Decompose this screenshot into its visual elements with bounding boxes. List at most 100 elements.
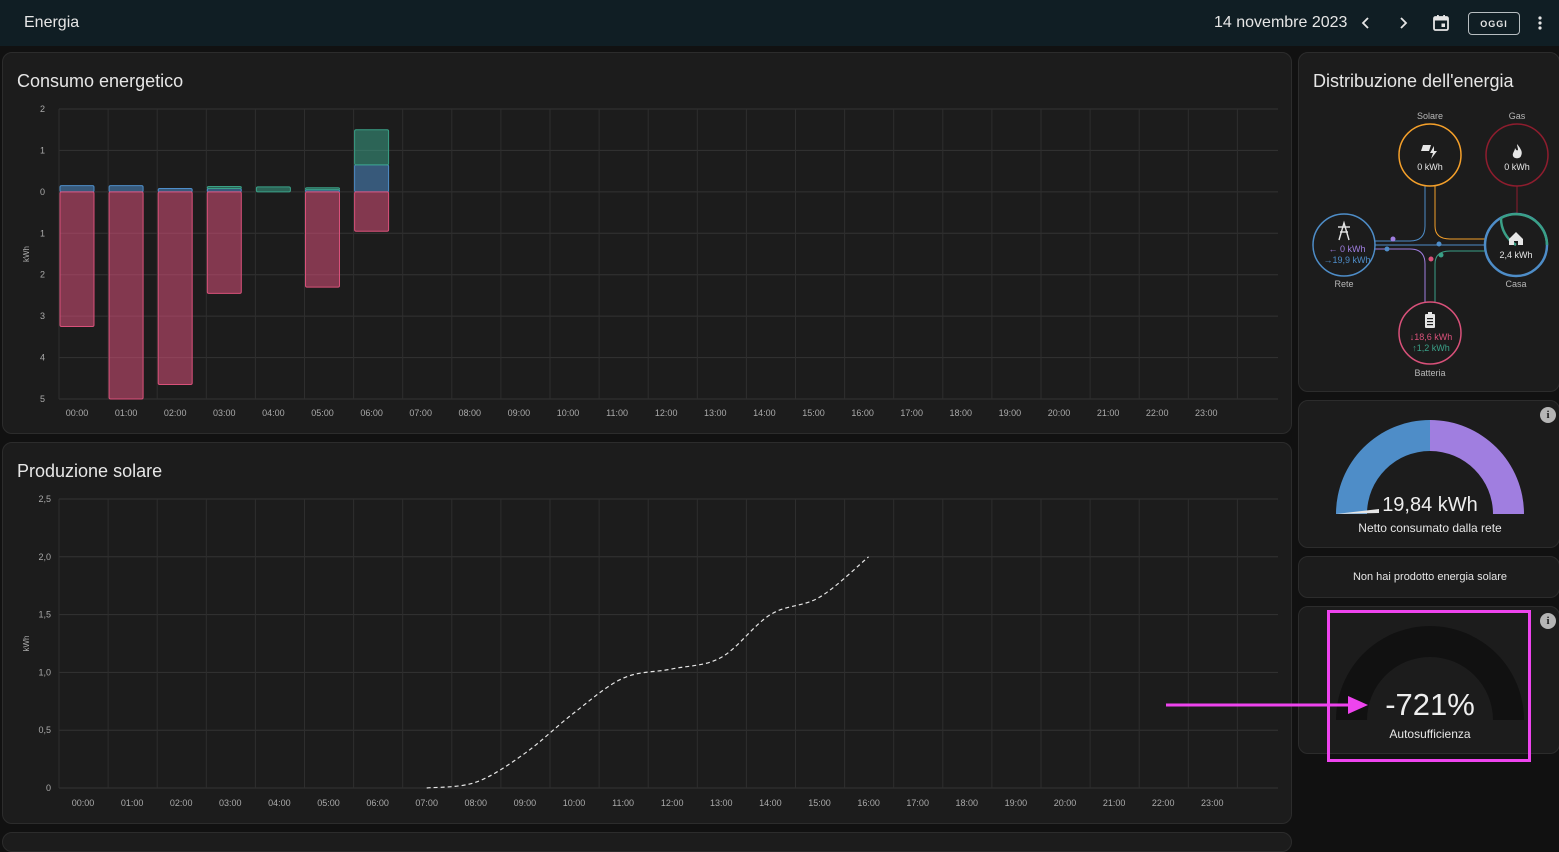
x-tick-label: 22:00 bbox=[1152, 798, 1175, 808]
x-tick-label: 10:00 bbox=[557, 408, 580, 418]
flow-battery-home bbox=[1435, 251, 1485, 302]
previous-day-button[interactable] bbox=[1353, 10, 1379, 36]
y-axis-label: kWh bbox=[22, 636, 31, 652]
flow-dot bbox=[1385, 247, 1390, 252]
grid-neutrality-value: 19,84 kWh bbox=[1330, 494, 1530, 517]
x-tick-label: 06:00 bbox=[366, 798, 389, 808]
bar-battery_out bbox=[306, 188, 340, 190]
solar-node-label: Solare bbox=[1417, 111, 1443, 121]
energy-distribution-diagram: Solare 0 kWh Gas 0 kWh ← 0 kWh →19,9 kWh… bbox=[1299, 53, 1559, 393]
x-tick-label: 03:00 bbox=[219, 798, 242, 808]
more-menu-button[interactable] bbox=[1527, 10, 1553, 36]
x-tick-label: 12:00 bbox=[661, 798, 684, 808]
flow-solar-grid bbox=[1375, 186, 1425, 241]
x-tick-label: 07:00 bbox=[409, 408, 432, 418]
x-tick-label: 22:00 bbox=[1146, 408, 1169, 418]
battery-node-label: Batteria bbox=[1414, 368, 1445, 378]
date-label: 14 novembre 2023 bbox=[1214, 14, 1347, 32]
y-tick-label: 0,5 bbox=[38, 725, 51, 735]
bar-battery_in bbox=[207, 192, 241, 294]
y-tick-label: 1 bbox=[40, 228, 45, 238]
bar-battery_in bbox=[158, 192, 192, 385]
x-tick-label: 16:00 bbox=[851, 408, 874, 418]
x-tick-label: 06:00 bbox=[360, 408, 383, 418]
grid-neutrality-label: Netto consumato dalla rete bbox=[1310, 521, 1550, 535]
solar-production-chart: 00,51,01,52,02,5kWh00:0001:0002:0003:000… bbox=[3, 443, 1293, 825]
x-tick-label: 03:00 bbox=[213, 408, 236, 418]
x-tick-label: 20:00 bbox=[1054, 798, 1077, 808]
bar-battery_out bbox=[256, 187, 290, 192]
x-tick-label: 02:00 bbox=[164, 408, 187, 418]
energy-usage-card: Consumo energetico 21012345kWh00:0001:00… bbox=[2, 52, 1292, 434]
x-tick-label: 17:00 bbox=[906, 798, 929, 808]
bar-battery_in bbox=[60, 192, 94, 327]
bar-battery_in bbox=[355, 192, 389, 231]
y-tick-label: 3 bbox=[40, 311, 45, 321]
x-tick-label: 10:00 bbox=[563, 798, 586, 808]
y-tick-label: 5 bbox=[40, 394, 45, 404]
chevron-right-icon bbox=[1395, 15, 1411, 31]
x-tick-label: 12:00 bbox=[655, 408, 678, 418]
x-tick-label: 23:00 bbox=[1195, 408, 1218, 418]
x-tick-label: 21:00 bbox=[1103, 798, 1126, 808]
gas-node-label: Gas bbox=[1509, 111, 1526, 121]
page-title: Energia bbox=[24, 14, 79, 32]
y-tick-label: 0 bbox=[46, 783, 51, 793]
grid-node-label: Rete bbox=[1334, 279, 1353, 289]
no-solar-message: Non hai prodotto energia solare bbox=[1299, 571, 1559, 583]
battery-in-value: ↓18,6 kWh bbox=[1410, 332, 1453, 342]
x-tick-label: 08:00 bbox=[465, 798, 488, 808]
y-tick-label: 2 bbox=[40, 104, 45, 114]
x-tick-label: 05:00 bbox=[311, 408, 334, 418]
bar-grid bbox=[109, 186, 143, 192]
x-tick-label: 02:00 bbox=[170, 798, 193, 808]
x-tick-label: 16:00 bbox=[857, 798, 880, 808]
more-vertical-icon bbox=[1532, 15, 1548, 31]
calendar-icon bbox=[1432, 14, 1450, 32]
y-tick-label: 2 bbox=[40, 270, 45, 280]
flow-dot bbox=[1437, 242, 1442, 247]
x-tick-label: 13:00 bbox=[710, 798, 733, 808]
x-tick-label: 14:00 bbox=[759, 798, 782, 808]
x-tick-label: 04:00 bbox=[268, 798, 291, 808]
y-tick-label: 4 bbox=[40, 353, 45, 363]
y-tick-label: 1 bbox=[40, 145, 45, 155]
energy-usage-chart: 21012345kWh00:0001:0002:0003:0004:0005:0… bbox=[3, 53, 1293, 435]
usage-grid bbox=[59, 109, 1278, 399]
solar-node[interactable] bbox=[1399, 124, 1461, 186]
x-tick-label: 17:00 bbox=[900, 408, 923, 418]
x-tick-label: 04:00 bbox=[262, 408, 285, 418]
x-tick-label: 15:00 bbox=[808, 798, 831, 808]
solar-node-value: 0 kWh bbox=[1417, 162, 1443, 172]
today-button[interactable]: OGGI bbox=[1468, 12, 1520, 35]
calendar-button[interactable] bbox=[1428, 10, 1454, 36]
x-tick-label: 21:00 bbox=[1097, 408, 1120, 418]
y-axis-label: kWh bbox=[22, 246, 31, 262]
highlight-box bbox=[1327, 610, 1531, 762]
x-tick-label: 18:00 bbox=[950, 408, 973, 418]
solar-production-card: Produzione solare 00,51,01,52,02,5kWh00:… bbox=[2, 442, 1292, 824]
bar-grid bbox=[355, 165, 389, 192]
x-tick-label: 13:00 bbox=[704, 408, 727, 418]
bar-battery_in bbox=[109, 192, 143, 399]
y-tick-label: 2,0 bbox=[38, 552, 51, 562]
x-tick-label: 00:00 bbox=[72, 798, 95, 808]
next-day-button[interactable] bbox=[1390, 10, 1416, 36]
flow-dot bbox=[1439, 253, 1444, 258]
x-tick-label: 05:00 bbox=[317, 798, 340, 808]
grid-return-value: ← 0 kWh bbox=[1328, 244, 1365, 254]
energy-distribution-card: Distribuzione dell'energia Solare 0 kWh … bbox=[1298, 52, 1559, 392]
flow-dot bbox=[1429, 257, 1434, 262]
y-tick-label: 1,5 bbox=[38, 610, 51, 620]
battery-out-value: ↑1,2 kWh bbox=[1412, 343, 1450, 353]
x-tick-label: 14:00 bbox=[753, 408, 776, 418]
flow-dot bbox=[1391, 237, 1396, 242]
flow-grid-battery bbox=[1375, 249, 1425, 302]
grid-neutrality-card: i 19,84 kWh Netto consumato dalla rete bbox=[1298, 400, 1559, 548]
x-tick-label: 20:00 bbox=[1048, 408, 1071, 418]
x-tick-label: 09:00 bbox=[514, 798, 537, 808]
y-tick-label: 2,5 bbox=[38, 494, 51, 504]
solar-consumed-card: Non hai prodotto energia solare bbox=[1298, 556, 1559, 598]
x-tick-label: 00:00 bbox=[66, 408, 89, 418]
battery-icon bbox=[1425, 312, 1435, 328]
